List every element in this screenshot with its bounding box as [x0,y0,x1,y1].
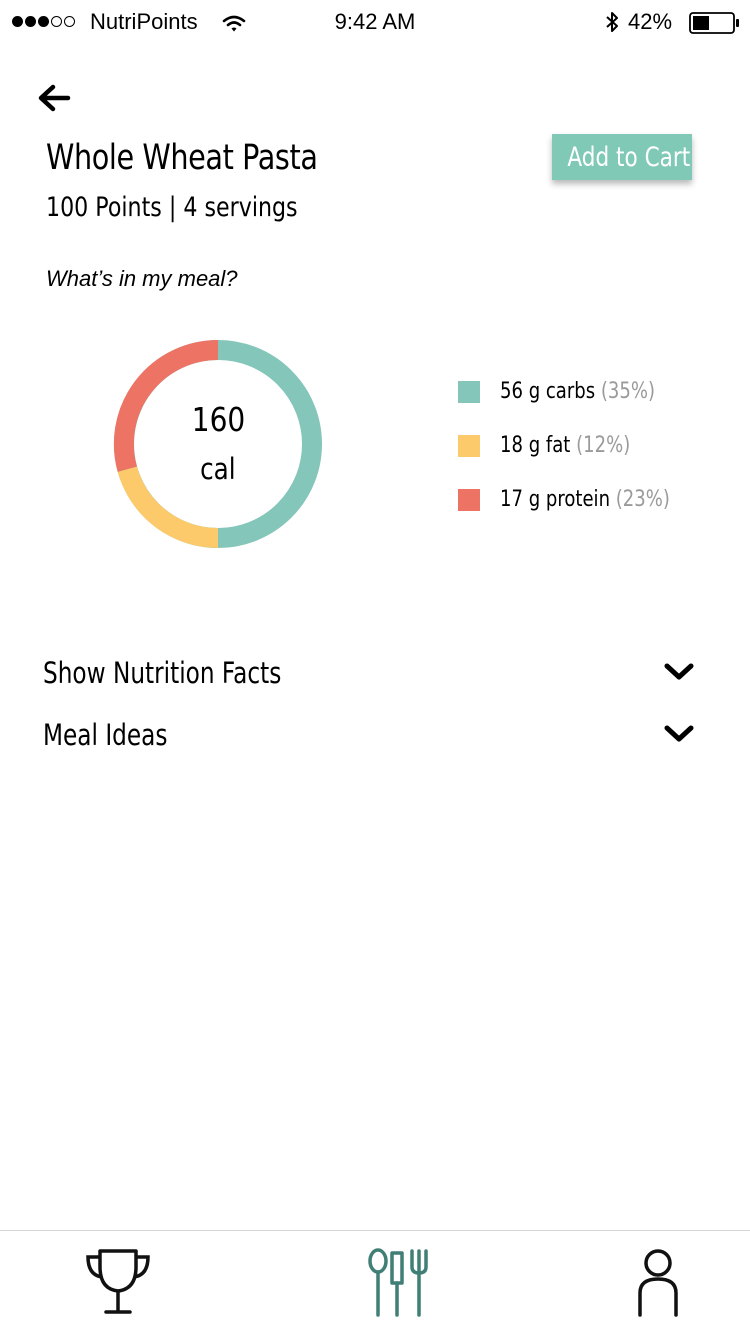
legend-swatch [458,489,480,511]
legend-swatch [458,435,480,457]
macro-donut-chart [113,339,322,549]
arrow-left-icon [38,84,71,112]
tab-meals[interactable] [358,1245,438,1321]
back-button[interactable] [36,82,72,114]
legend-percent: (23%) [615,487,670,512]
battery-percent: 42% [628,9,673,34]
chevron-down-icon [664,663,694,680]
battery-icon [689,12,741,41]
legend-percent: (12%) [576,433,631,458]
calorie-unit: cal [200,452,236,486]
calorie-value: 160 [191,400,245,439]
add-to-cart-label: Add to Cart [567,141,691,173]
trophy-icon [86,1249,150,1314]
section-label: Meal Ideas [43,718,168,752]
chevron-down-icon [664,725,694,742]
legend-label: 56 g carbs [500,379,596,404]
section-label: Show Nutrition Facts [43,656,282,690]
meal-ideas-toggle[interactable]: Meal Ideas [0,710,750,762]
product-details: 100 Points | 4 servings [46,192,298,223]
utensils-icon [368,1248,428,1317]
tab-achievements[interactable] [78,1245,158,1321]
tab-profile[interactable] [618,1245,698,1321]
person-icon [638,1249,678,1317]
meal-question: What’s in my meal? [46,266,238,291]
bluetooth-icon [604,10,620,41]
legend-label: 18 g fat [500,433,571,458]
legend-label: 17 g protein [500,487,611,512]
legend-swatch [458,381,480,403]
status-bar: NutriPoints 9:42 AM 42% [0,0,750,44]
product-title: Whole Wheat Pasta [46,138,318,178]
add-to-cart-button[interactable]: Add to Cart [552,134,692,180]
nutrition-facts-toggle[interactable]: Show Nutrition Facts [0,648,750,700]
legend-percent: (35%) [600,379,656,404]
tab-bar [0,1230,750,1337]
